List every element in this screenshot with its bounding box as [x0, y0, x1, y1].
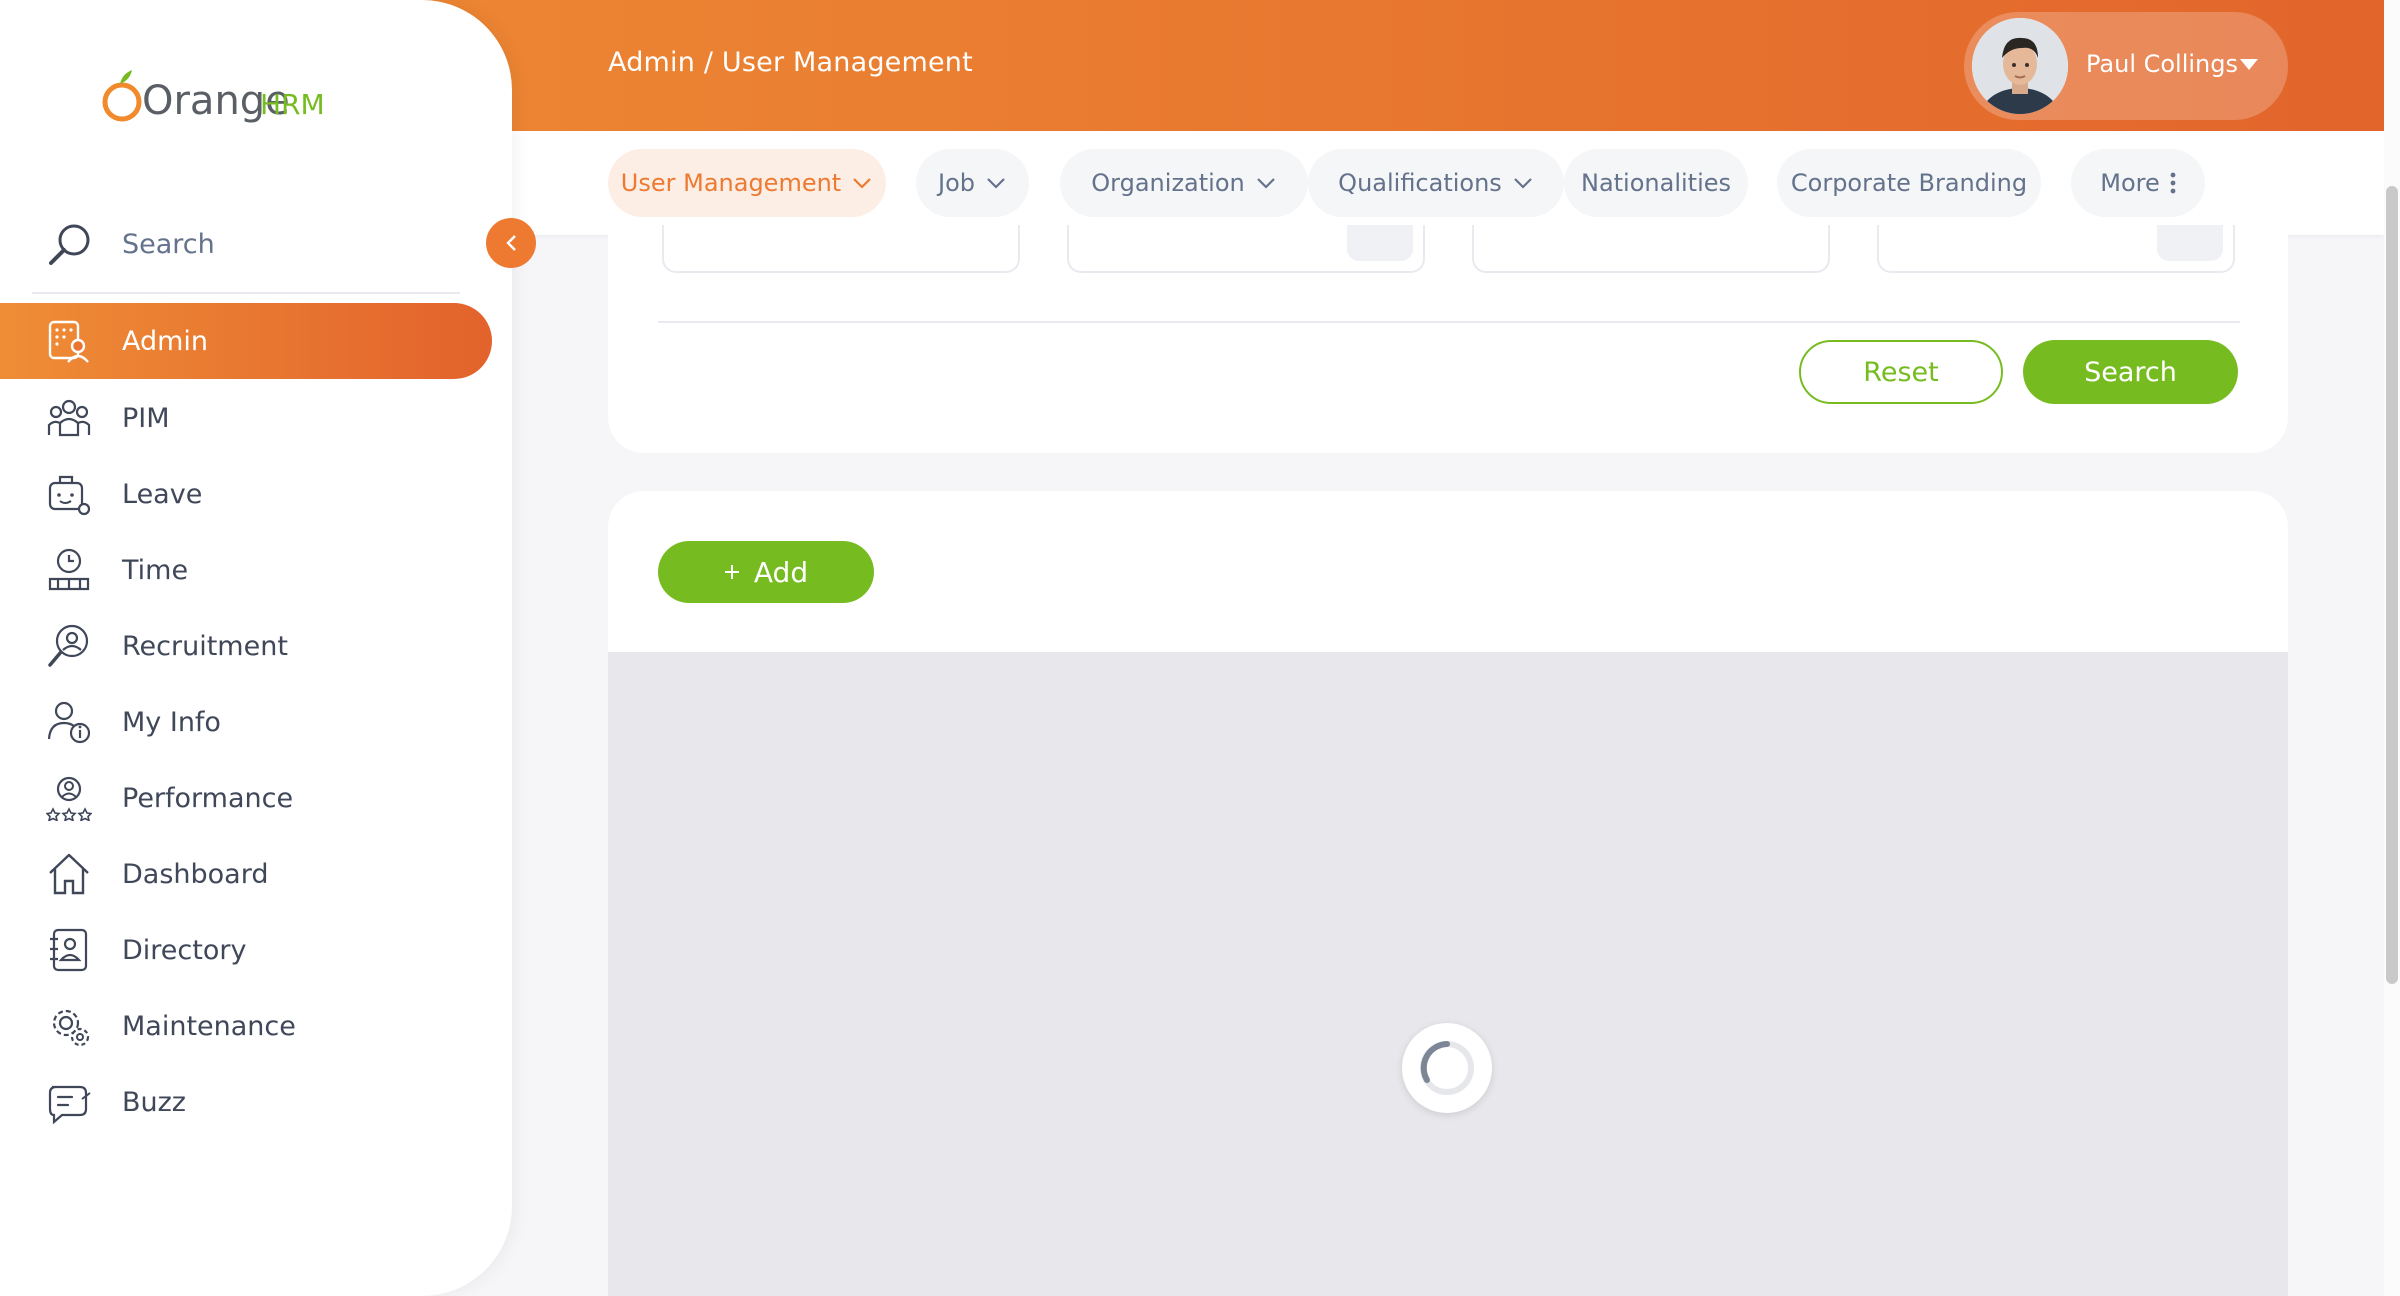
maintenance-icon [52, 1009, 90, 1047]
sidebar-collapse-button[interactable] [486, 218, 536, 268]
sidebar-item-time[interactable]: Time [0, 532, 492, 608]
sidebar-item-label: Admin [122, 325, 209, 357]
recruitment-icon [48, 624, 89, 667]
time-icon [48, 548, 90, 591]
sidebar-item-label: Directory [122, 934, 247, 966]
sidebar: Orange HRM Search Admin PIM Leave Time R… [0, 0, 512, 1296]
sidebar-item-pim[interactable]: PIM [0, 380, 492, 456]
sidebar-item-leave[interactable]: Leave [0, 456, 492, 532]
chevron-down-icon [853, 178, 871, 189]
sidebar-item-directory[interactable]: Directory [0, 912, 492, 988]
sidebar-item-dashboard[interactable]: Dashboard [0, 836, 492, 912]
pim-icon [47, 399, 91, 437]
sidebar-item-label: Recruitment [122, 630, 288, 662]
sidebar-item-label: Buzz [122, 1086, 186, 1118]
tab-label: Nationalities [1580, 169, 1732, 197]
chevron-down-icon [1256, 178, 1275, 189]
sidebar-search-label: Search [122, 228, 215, 260]
sidebar-item-buzz[interactable]: Buzz [0, 1064, 492, 1140]
sidebar-item-my-info[interactable]: My Info [0, 684, 492, 760]
tab-label: Organization [1091, 169, 1245, 197]
sidebar-item-label: Dashboard [122, 858, 269, 890]
sidebar-item-label: Performance [122, 782, 294, 814]
divider [658, 321, 2240, 323]
tab-more[interactable]: More [2071, 149, 2205, 217]
tab-job[interactable]: Job [916, 149, 1029, 217]
avatar [1972, 18, 2068, 114]
dashboard-icon [49, 853, 89, 895]
search-icon [49, 224, 90, 265]
sidebar-item-label: Leave [122, 478, 203, 510]
select-toggle [2157, 225, 2223, 261]
my-info-icon [47, 701, 91, 744]
user-menu[interactable]: Paul Collings [1964, 12, 2288, 120]
plus-icon [724, 565, 739, 579]
buzz-icon [48, 1085, 91, 1125]
leave-icon [48, 475, 91, 516]
sidebar-search[interactable]: Search [46, 216, 215, 272]
tab-label: Corporate Branding [1790, 169, 2028, 197]
tab-organization[interactable]: Organization [1060, 149, 1308, 217]
add-button-label: Add [753, 555, 809, 589]
loading-spinner-icon [1402, 1023, 1492, 1113]
tab-label: More [2100, 169, 2160, 197]
directory-icon [50, 928, 88, 972]
records-card: Add [608, 491, 2288, 1296]
status-select[interactable] [1877, 225, 2235, 273]
orangehrm-logo: Orange HRM [100, 64, 330, 130]
scrollbar-thumb[interactable] [2386, 186, 2398, 984]
performance-icon [46, 776, 92, 821]
sidebar-item-label: Time [122, 554, 189, 586]
tab-corporate-branding[interactable]: Corporate Branding [1777, 149, 2041, 217]
user-role-select[interactable] [1067, 225, 1425, 273]
sidebar-item-maintenance[interactable]: Maintenance [0, 988, 492, 1064]
search-button[interactable]: Search [2023, 340, 2238, 404]
username-field[interactable] [662, 225, 1020, 273]
user-filter-card: Reset Search [608, 225, 2288, 453]
reset-button[interactable]: Reset [1799, 340, 2003, 404]
sidebar-item-recruitment[interactable]: Recruitment [0, 608, 492, 684]
tab-label: Qualifications [1338, 169, 1502, 197]
user-name: Paul Collings [2086, 50, 2239, 78]
tab-user-management[interactable]: User Management [608, 149, 886, 217]
breadcrumb: Admin / User Management [608, 47, 973, 78]
chevron-left-icon [506, 235, 516, 251]
caret-down-icon [2240, 59, 2258, 70]
select-toggle [1347, 225, 1413, 261]
kebab-icon [2170, 172, 2176, 194]
logo-text-suffix: HRM [260, 88, 325, 121]
tab-label: User Management [620, 169, 842, 197]
sidebar-item-label: PIM [122, 402, 170, 434]
employee-name-field[interactable] [1472, 225, 1830, 273]
sidebar-item-performance[interactable]: Performance [0, 760, 492, 836]
sidebar-item-admin[interactable]: Admin [0, 303, 492, 379]
sidebar-item-label: My Info [122, 706, 221, 738]
records-loading-overlay [608, 652, 2288, 1296]
sidebar-item-label: Maintenance [122, 1010, 296, 1042]
sidebar-divider [32, 292, 460, 294]
chevron-down-icon [987, 178, 1005, 189]
admin-icon [48, 320, 89, 363]
tab-label: Job [938, 169, 975, 197]
tab-qualifications[interactable]: Qualifications [1308, 149, 1564, 217]
add-button[interactable]: Add [658, 541, 874, 603]
chevron-down-icon [1514, 178, 1532, 189]
tab-nationalities[interactable]: Nationalities [1564, 149, 1748, 217]
